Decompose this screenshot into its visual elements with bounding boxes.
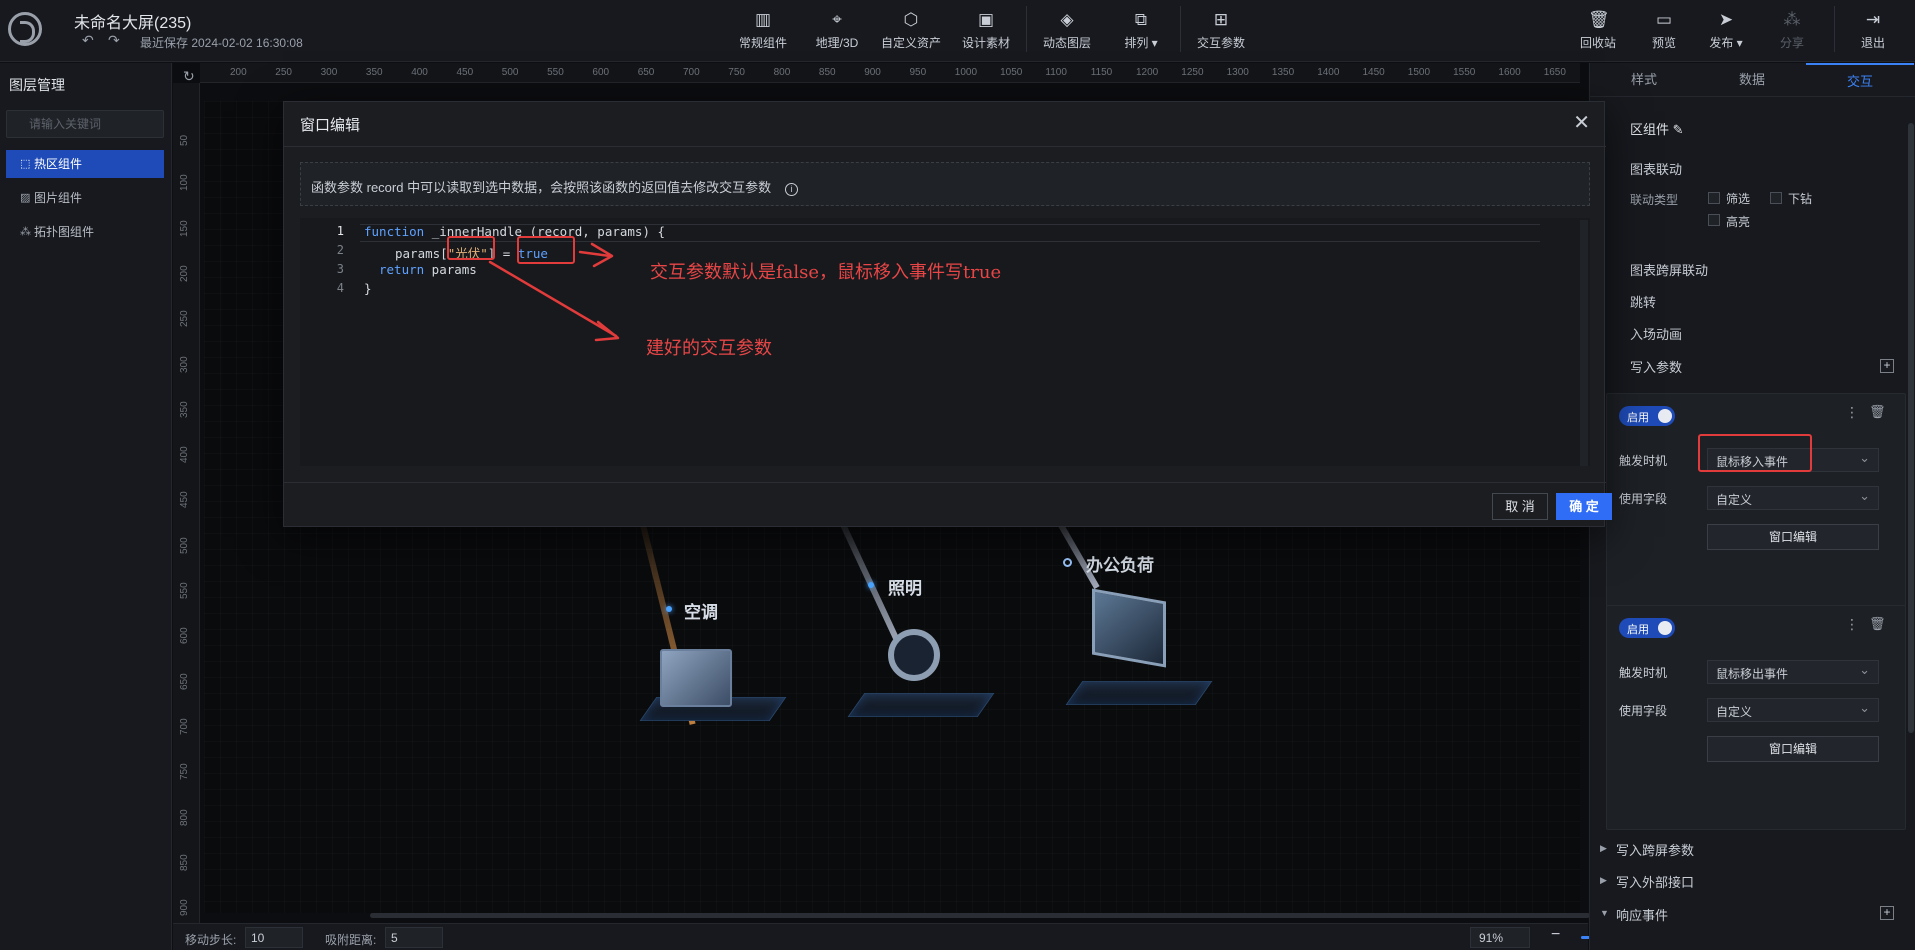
annotation-arrow-2 — [488, 260, 618, 338]
annotation-arrows — [488, 242, 620, 342]
